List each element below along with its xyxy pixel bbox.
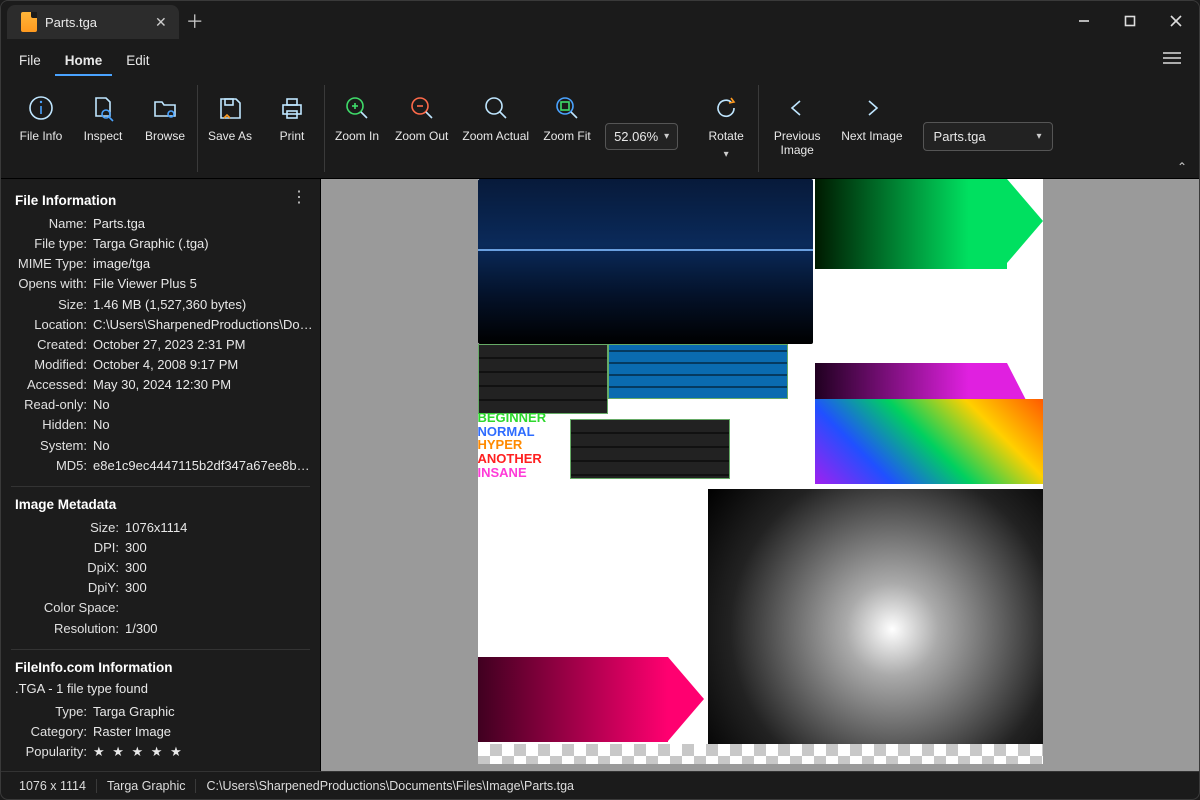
fic-category: Raster Image xyxy=(93,722,314,742)
meta-dpix: 300 xyxy=(125,558,314,578)
inspect-button[interactable]: Inspect xyxy=(79,91,127,143)
zoom-fit-button[interactable]: Zoom Fit xyxy=(543,91,591,143)
menubar: File Home Edit xyxy=(1,41,1199,79)
fi-name: Parts.tga xyxy=(93,214,314,234)
menu-edit[interactable]: Edit xyxy=(116,45,159,76)
tab-title: Parts.tga xyxy=(45,15,97,30)
new-tab-button[interactable]: ＋ xyxy=(179,1,211,41)
chevron-down-icon: ▾ xyxy=(724,149,729,160)
fi-location: C:\Users\SharpenedProductions\Docu... xyxy=(93,315,314,335)
zoom-fit-icon xyxy=(552,93,582,123)
fi-created: October 27, 2023 2:31 PM xyxy=(93,335,314,355)
chevron-left-icon xyxy=(782,93,812,123)
zoom-actual-icon xyxy=(481,93,511,123)
inspect-icon xyxy=(88,93,118,123)
maximize-button[interactable] xyxy=(1107,1,1153,41)
file-info-button[interactable]: File Info xyxy=(17,91,65,143)
fic-popularity: ★ ★ ★ ★ ★ xyxy=(93,742,314,762)
fileinfo-com-heading: FileInfo.com Information xyxy=(15,660,314,675)
fi-filetype: Targa Graphic (.tga) xyxy=(93,234,314,254)
status-bar: 1076 x 1114 Targa Graphic C:\Users\Sharp… xyxy=(1,771,1199,799)
titlebar: Parts.tga ✕ ＋ xyxy=(1,1,1199,41)
chevron-down-icon: ▾ xyxy=(664,131,669,142)
info-panel[interactable]: ⋮ File Information Name:Parts.tga File t… xyxy=(1,179,321,771)
chevron-right-icon xyxy=(857,93,887,123)
file-selector-combo[interactable]: Parts.tga ▾ xyxy=(923,122,1053,151)
body: ⋮ File Information Name:Parts.tga File t… xyxy=(1,179,1199,771)
zoom-in-button[interactable]: Zoom In xyxy=(333,91,381,143)
hamburger-menu[interactable] xyxy=(1153,45,1191,76)
ribbon: File Info Inspect Browse Save As Print xyxy=(1,79,1199,179)
file-icon xyxy=(21,12,37,32)
info-icon xyxy=(26,93,56,123)
menu-file[interactable]: File xyxy=(9,45,51,76)
file-info-heading: File Information xyxy=(15,193,314,208)
print-icon xyxy=(277,93,307,123)
fi-hidden: No xyxy=(93,415,314,435)
fic-type: Targa Graphic xyxy=(93,702,314,722)
status-path: C:\Users\SharpenedProductions\Documents\… xyxy=(196,779,584,793)
image-canvas[interactable]: BEGINNER NORMAL HYPER ANOTHER INSANE xyxy=(321,179,1199,771)
meta-size: 1076x1114 xyxy=(125,518,314,538)
meta-dpiy: 300 xyxy=(125,578,314,598)
document-tab[interactable]: Parts.tga ✕ xyxy=(7,5,179,39)
difficulty-labels: BEGINNER NORMAL HYPER ANOTHER INSANE xyxy=(478,411,568,479)
zoom-in-icon xyxy=(342,93,372,123)
zoom-out-icon xyxy=(407,93,437,123)
zoom-out-button[interactable]: Zoom Out xyxy=(395,91,448,143)
zoom-value: 52.06% xyxy=(614,129,658,144)
chevron-down-icon: ▾ xyxy=(1037,131,1042,142)
browse-button[interactable]: Browse xyxy=(141,91,189,143)
close-window-button[interactable] xyxy=(1153,1,1199,41)
fi-md5: e8e1c9ec4447115b2df347a67ee8b2e1 xyxy=(93,456,314,476)
file-combo-value: Parts.tga xyxy=(934,129,986,144)
browse-icon xyxy=(150,93,180,123)
save-icon xyxy=(215,93,245,123)
close-tab-icon[interactable]: ✕ xyxy=(155,14,167,31)
collapse-ribbon-icon[interactable]: ⌃ xyxy=(1177,160,1187,174)
fi-modified: October 4, 2008 9:17 PM xyxy=(93,355,314,375)
zoom-actual-button[interactable]: Zoom Actual xyxy=(462,91,529,143)
rotate-button[interactable]: Rotate ▾ xyxy=(702,91,750,160)
fi-mime: image/tga xyxy=(93,254,314,274)
fi-system: No xyxy=(93,436,314,456)
minimize-button[interactable] xyxy=(1061,1,1107,41)
panel-menu-icon[interactable]: ⋮ xyxy=(291,187,308,207)
zoom-level-combo[interactable]: 52.06% ▾ xyxy=(605,123,678,150)
image-content: BEGINNER NORMAL HYPER ANOTHER INSANE xyxy=(478,179,1043,764)
rotate-icon xyxy=(711,93,741,123)
fi-opens: File Viewer Plus 5 xyxy=(93,274,314,294)
fileinfo-summary: .TGA - 1 file type found xyxy=(15,681,314,696)
meta-resolution: 1/300 xyxy=(125,619,314,639)
app-window: Parts.tga ✕ ＋ File Home Edit File Info I… xyxy=(0,0,1200,800)
save-as-button[interactable]: Save As xyxy=(206,91,254,143)
menu-home[interactable]: Home xyxy=(55,45,113,76)
previous-image-button[interactable]: Previous Image xyxy=(767,91,827,158)
next-image-button[interactable]: Next Image xyxy=(841,91,902,143)
status-format: Targa Graphic xyxy=(97,779,197,793)
print-button[interactable]: Print xyxy=(268,91,316,143)
image-metadata-heading: Image Metadata xyxy=(15,497,314,512)
fi-accessed: May 30, 2024 12:30 PM xyxy=(93,375,314,395)
meta-dpi: 300 xyxy=(125,538,314,558)
fi-readonly: No xyxy=(93,395,314,415)
meta-colorspace xyxy=(125,598,314,618)
fi-size: 1.46 MB (1,527,360 bytes) xyxy=(93,295,314,315)
status-dimensions: 1076 x 1114 xyxy=(9,779,97,793)
